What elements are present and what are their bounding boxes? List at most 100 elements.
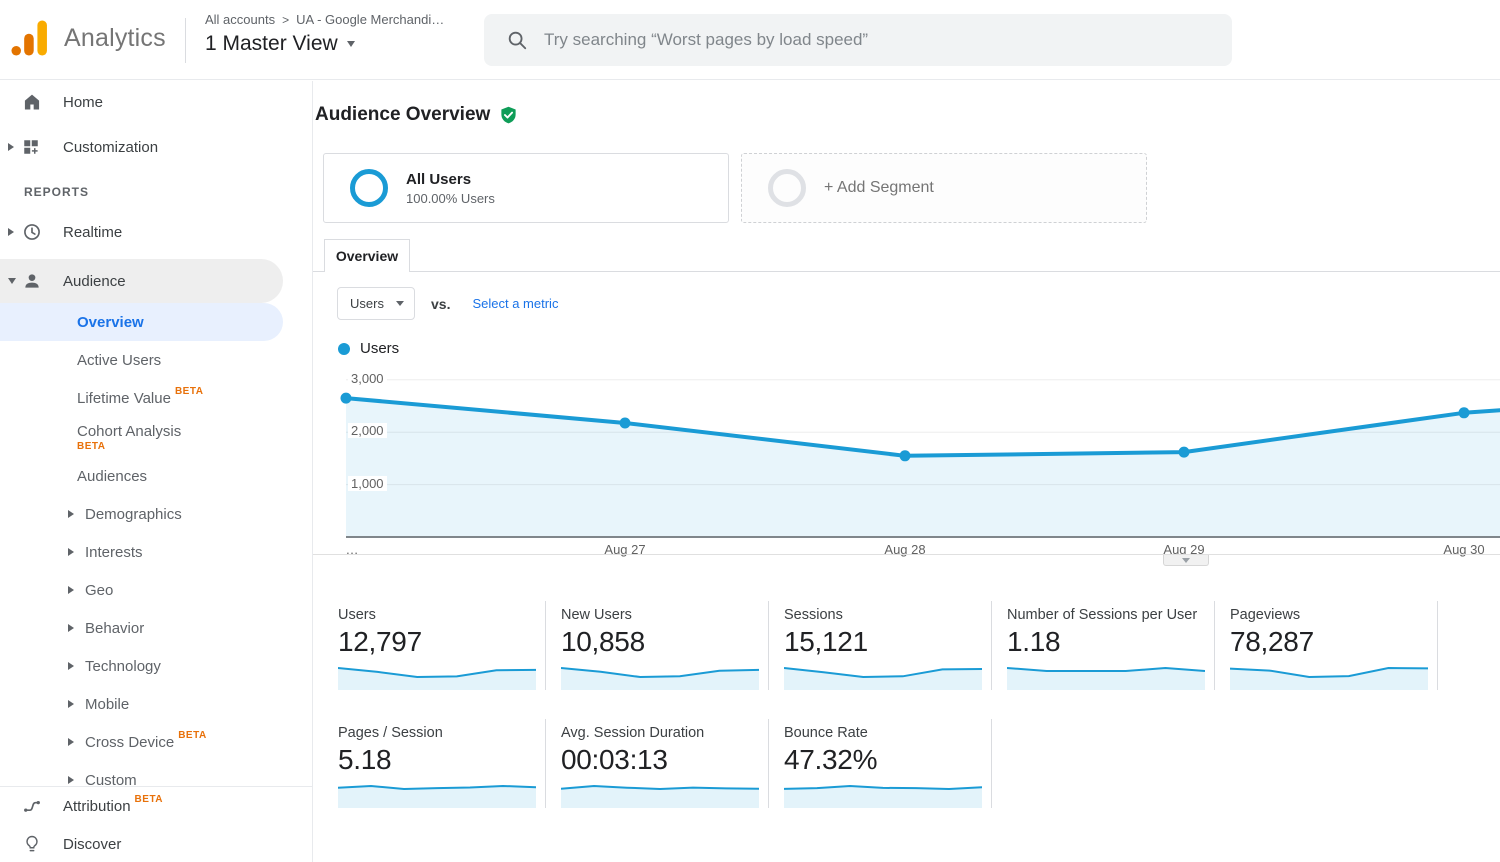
chevron-down-icon bbox=[347, 41, 355, 47]
metric-card-pageviews[interactable]: Pageviews78,287 bbox=[1230, 601, 1438, 690]
sparkline bbox=[561, 782, 759, 808]
metric-label: Sessions bbox=[784, 607, 991, 623]
metric-card-new-users[interactable]: New Users10,858 bbox=[561, 601, 769, 690]
sparkline bbox=[561, 664, 759, 690]
view-selector[interactable]: 1 Master View bbox=[205, 32, 444, 56]
sidebar-item-audiences[interactable]: Audiences bbox=[0, 457, 312, 495]
chevron-down-icon bbox=[396, 301, 404, 306]
chevron-right-icon[interactable] bbox=[68, 738, 74, 746]
sidebar-item-lifetime-value[interactable]: Lifetime ValueBETA bbox=[0, 379, 312, 417]
sidebar-item-cohort-analysis[interactable]: Cohort AnalysisBETA bbox=[0, 417, 312, 457]
sidebar-item-home[interactable]: Home bbox=[0, 81, 312, 123]
metric-value: 47.32% bbox=[784, 744, 991, 776]
segment-title: All Users bbox=[406, 171, 495, 188]
tab-overview[interactable]: Overview bbox=[324, 239, 410, 272]
sidebar-item-label: Home bbox=[63, 94, 103, 111]
y-axis-tick-label: 3,000 bbox=[348, 371, 387, 386]
metric-value: 5.18 bbox=[338, 744, 545, 776]
select-a-metric-link[interactable]: Select a metric bbox=[472, 296, 558, 311]
sidebar-item-label: Cross Device bbox=[85, 734, 174, 751]
analytics-logo-icon bbox=[10, 20, 50, 56]
segment-all-users[interactable]: All Users 100.00% Users bbox=[323, 153, 729, 223]
analytics-logo[interactable]: Analytics bbox=[10, 20, 166, 56]
metric-card-users[interactable]: Users 12,797 bbox=[338, 601, 546, 690]
sidebar-nav-list: HomeCustomizationREPORTSRealtimeAudience… bbox=[0, 81, 312, 799]
users-area-chart[interactable]: 1,0002,0003,000…Aug 27Aug 28Aug 29Aug 30 bbox=[346, 366, 1500, 537]
sparkline bbox=[784, 664, 982, 690]
breadcrumb-property[interactable]: UA - Google Merchandi… bbox=[296, 12, 444, 27]
chevron-right-icon[interactable] bbox=[68, 700, 74, 708]
sidebar-item-customization[interactable]: Customization bbox=[0, 123, 312, 171]
chevron-right-icon[interactable] bbox=[68, 510, 74, 518]
customization-icon bbox=[22, 138, 40, 156]
sidebar-item-label: Customization bbox=[63, 139, 158, 156]
sidebar-item-active-users[interactable]: Active Users bbox=[0, 341, 312, 379]
header-divider bbox=[185, 18, 186, 63]
metric-value: 10,858 bbox=[561, 626, 768, 658]
metric-card-number-of-sessions-per-user[interactable]: Number of Sessions per User 1.18 bbox=[1007, 601, 1215, 690]
home-icon bbox=[22, 92, 42, 112]
beta-badge: BETA bbox=[135, 794, 163, 805]
search-bar[interactable] bbox=[484, 14, 1232, 66]
metric-value: 12,797 bbox=[338, 626, 545, 658]
vs-label: vs. bbox=[431, 296, 450, 312]
chevron-right-icon[interactable] bbox=[8, 228, 14, 236]
sidebar-item-overview[interactable]: Overview bbox=[0, 303, 283, 341]
y-axis-tick-label: 1,000 bbox=[348, 476, 387, 491]
chevron-right-icon[interactable] bbox=[68, 662, 74, 670]
area-fill bbox=[346, 398, 1500, 537]
sidebar-item-demographics[interactable]: Demographics bbox=[0, 495, 312, 533]
chevron-right-icon[interactable] bbox=[68, 776, 74, 784]
chart-expander-button[interactable] bbox=[1163, 555, 1209, 566]
sidebar-item-discover[interactable]: Discover bbox=[0, 825, 312, 862]
breadcrumb-all-accounts[interactable]: All accounts bbox=[205, 12, 275, 27]
sparkline bbox=[1230, 664, 1428, 690]
metric-label: Number of Sessions per User bbox=[1007, 607, 1214, 623]
app-header: Analytics All accounts > UA - Google Mer… bbox=[0, 0, 1500, 80]
sidebar-item-geo[interactable]: Geo bbox=[0, 571, 312, 609]
sidebar-item-label: Attribution bbox=[63, 798, 131, 815]
sidebar-item-mobile[interactable]: Mobile bbox=[0, 685, 312, 723]
metric-label: Users bbox=[338, 607, 545, 623]
sidebar-item-cross-device[interactable]: Cross DeviceBETA bbox=[0, 723, 312, 761]
sidebar-item-label: Interests bbox=[85, 544, 143, 561]
chevron-right-icon[interactable] bbox=[8, 143, 14, 151]
sidebar-item-label: Audience bbox=[63, 273, 126, 290]
sidebar-item-label: Discover bbox=[63, 836, 121, 853]
attribution-icon bbox=[22, 796, 42, 816]
metric-card-sessions[interactable]: Sessions 15,121 bbox=[784, 601, 992, 690]
sidebar-item-interests[interactable]: Interests bbox=[0, 533, 312, 571]
chevron-down-icon bbox=[1182, 558, 1190, 563]
sidebar-item-technology[interactable]: Technology bbox=[0, 647, 312, 685]
metric-value: 15,121 bbox=[784, 626, 991, 658]
chevron-right-icon[interactable] bbox=[68, 548, 74, 556]
secured-shield-check-icon bbox=[499, 105, 518, 125]
chevron-right-icon[interactable] bbox=[68, 624, 74, 632]
metric-label: Bounce Rate bbox=[784, 725, 991, 741]
segment-bar: All Users 100.00% Users + Add Segment bbox=[323, 153, 1147, 223]
data-point bbox=[1179, 447, 1190, 458]
sidebar-item-behavior[interactable]: Behavior bbox=[0, 609, 312, 647]
search-input[interactable] bbox=[544, 30, 1184, 50]
chevron-right-icon[interactable] bbox=[68, 586, 74, 594]
metric-card-bounce-rate[interactable]: Bounce Rate 47.32% bbox=[784, 719, 992, 808]
metric-value: 1.18 bbox=[1007, 626, 1214, 658]
chevron-down-icon[interactable] bbox=[8, 278, 16, 284]
metric-label: Pageviews bbox=[1230, 607, 1437, 623]
metric-value: 00:03:13 bbox=[561, 744, 768, 776]
metric-cards-row-1: Users 12,797 New Users10,858 Sessions 15,121… bbox=[338, 601, 1453, 690]
sidebar-item-realtime[interactable]: Realtime bbox=[0, 211, 312, 253]
metric-dropdown[interactable]: Users bbox=[337, 287, 415, 320]
lightbulb-icon bbox=[22, 834, 42, 854]
sidebar-item-label: Technology bbox=[85, 658, 161, 675]
add-segment-button[interactable]: + Add Segment bbox=[741, 153, 1147, 223]
breadcrumb-separator: > bbox=[282, 13, 289, 27]
sidebar-item-attribution[interactable]: Attribution BETA bbox=[0, 787, 312, 825]
page-title-row: Audience Overview bbox=[315, 104, 518, 126]
metric-card-avg-session-duration[interactable]: Avg. Session Duration00:03:13 bbox=[561, 719, 769, 808]
sidebar-item-audience[interactable]: Audience bbox=[0, 259, 283, 303]
search-icon bbox=[506, 29, 528, 51]
metric-card-pages-session[interactable]: Pages / Session5.18 bbox=[338, 719, 546, 808]
tab-strip-border bbox=[313, 271, 1500, 272]
breadcrumb: All accounts > UA - Google Merchandi… 1 … bbox=[205, 12, 444, 56]
